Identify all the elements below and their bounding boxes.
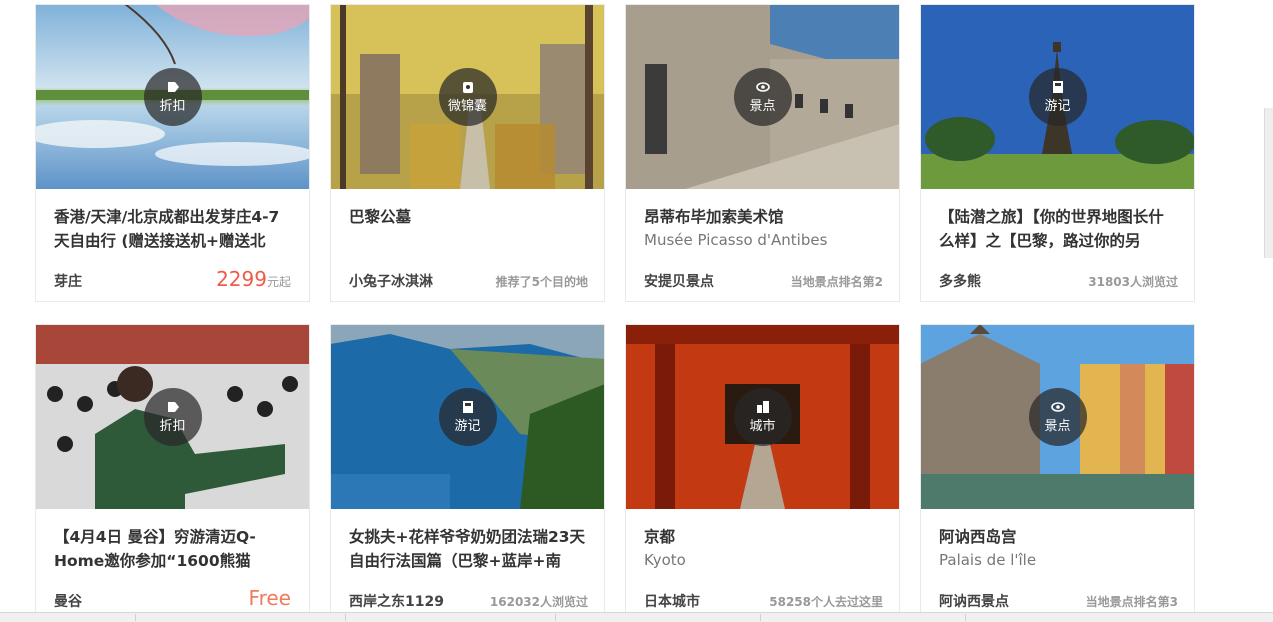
card-author[interactable]: 多多熊 [939, 271, 981, 291]
card-subtitle: Musée Picasso d'Antibes [644, 231, 828, 249]
book-icon [461, 399, 475, 418]
card-image[interactable]: 折扣 [36, 325, 309, 509]
badge-label: 折扣 [159, 98, 186, 114]
card-poi-picasso-museum[interactable]: 景点 昂蒂布毕加索美术馆 Musée Picasso d'Antibes 安提贝… [625, 4, 900, 302]
card-title[interactable]: 昂蒂布毕加索美术馆 [644, 205, 883, 229]
category-badge: 城市 [733, 387, 792, 446]
card-image[interactable]: 游记 [331, 325, 604, 509]
badge-label: 游记 [454, 418, 481, 434]
card-stat: 162032人浏览过 [489, 595, 588, 609]
scroll-segment [150, 614, 346, 621]
city-icon [756, 399, 770, 418]
card-poi-annecy-palace[interactable]: 景点 阿讷西岛宫 Palais de l'île 阿讷西景点 当地景点排名第3 [920, 324, 1195, 622]
category-badge: 游记 [1028, 67, 1087, 126]
card-image[interactable]: 折扣 [36, 5, 309, 189]
badge-label: 游记 [1044, 98, 1071, 114]
card-location[interactable]: 曼谷 [54, 591, 82, 611]
card-stat: 58258个人去过这里 [769, 595, 883, 609]
card-image[interactable]: 城市 [626, 325, 899, 509]
price-free: Free [248, 586, 291, 610]
card-location[interactable]: 阿讷西景点 [939, 591, 1009, 611]
tag-icon [166, 79, 180, 98]
category-badge: 折扣 [143, 67, 202, 126]
price-value: 2299 [216, 267, 267, 291]
card-stat: 当地景点排名第2 [790, 275, 883, 289]
side-feedback-tab[interactable] [1264, 108, 1273, 258]
badge-label: 城市 [749, 418, 776, 434]
card-image[interactable]: 景点 [921, 325, 1194, 509]
badge-label: 景点 [1044, 418, 1071, 434]
eye-icon [755, 79, 770, 98]
card-title[interactable]: 女挑夫+花样爷爷奶奶团法瑞23天自由行法国篇（巴黎+蓝岸+南 [349, 525, 588, 573]
pouch-icon [461, 79, 475, 98]
card-stat: 31803人浏览过 [1088, 275, 1178, 289]
card-subtitle: Kyoto [644, 551, 686, 569]
card-location[interactable]: 安提贝景点 [644, 271, 714, 291]
scroll-segment [0, 614, 136, 621]
category-badge: 景点 [733, 67, 792, 126]
card-subtitle: Palais de l'île [939, 551, 1037, 569]
card-title[interactable]: 【4月4日 曼谷】穷游清迈Q-Home邀你参加“1600熊猫 [54, 525, 293, 573]
badge-label: 景点 [749, 98, 776, 114]
tag-icon [166, 399, 180, 418]
scroll-segment [570, 614, 761, 621]
card-author[interactable]: 西岸之东1129 [349, 591, 444, 611]
card-city-kyoto[interactable]: 城市 京都 Kyoto 日本城市 58258个人去过这里 [625, 324, 900, 622]
badge-label: 微锦囊 [447, 98, 487, 114]
category-badge: 折扣 [143, 387, 202, 446]
scroll-segment [360, 614, 556, 621]
category-badge: 景点 [1028, 387, 1087, 446]
eye-icon [1050, 399, 1065, 418]
card-image[interactable]: 景点 [626, 5, 899, 189]
card-travelogue-paris[interactable]: 游记 【陆潜之旅】【你的世界地图长什么样】之【巴黎，路过你的另 多多熊 3180… [920, 4, 1195, 302]
card-category[interactable]: 日本城市 [644, 591, 700, 611]
card-travelogue-france[interactable]: 游记 女挑夫+花样爷爷奶奶团法瑞23天自由行法国篇（巴黎+蓝岸+南 西岸之东11… [330, 324, 605, 622]
card-image[interactable]: 游记 [921, 5, 1194, 189]
card-author[interactable]: 小兔子冰淇淋 [349, 271, 433, 291]
card-discount-bangkok[interactable]: 折扣 【4月4日 曼谷】穷游清迈Q-Home邀你参加“1600熊猫 曼谷 Fre… [35, 324, 310, 622]
card-title[interactable]: 香港/天津/北京成都出发芽庄4-7天自由行 (赠送接送机+赠送北 [54, 205, 293, 253]
card-title[interactable]: 阿讷西岛宫 [939, 525, 1178, 549]
card-title[interactable]: 京都 [644, 525, 883, 549]
card-title[interactable]: 【陆潜之旅】【你的世界地图长什么样】之【巴黎，路过你的另 [939, 205, 1178, 253]
badge-label: 折扣 [159, 418, 186, 434]
card-stat: 推荐了5个目的地 [495, 275, 588, 289]
price-unit: 元起 [266, 275, 291, 289]
scroll-segment [775, 614, 966, 621]
category-badge: 微锦囊 [438, 67, 497, 126]
card-stat: 当地景点排名第3 [1085, 595, 1178, 609]
category-badge: 游记 [438, 387, 497, 446]
card-image[interactable]: 微锦囊 [331, 5, 604, 189]
card-location[interactable]: 芽庄 [54, 271, 82, 291]
book-icon [1051, 79, 1065, 98]
card-discount-nhatrang[interactable]: 折扣 香港/天津/北京成都出发芽庄4-7天自由行 (赠送接送机+赠送北 芽庄 2… [35, 4, 310, 302]
card-title[interactable]: 巴黎公墓 [349, 205, 588, 253]
price: 2299元起 [216, 267, 291, 291]
card-tips-paris-cemetery[interactable]: 微锦囊 巴黎公墓 小兔子冰淇淋 推荐了5个目的地 [330, 4, 605, 302]
